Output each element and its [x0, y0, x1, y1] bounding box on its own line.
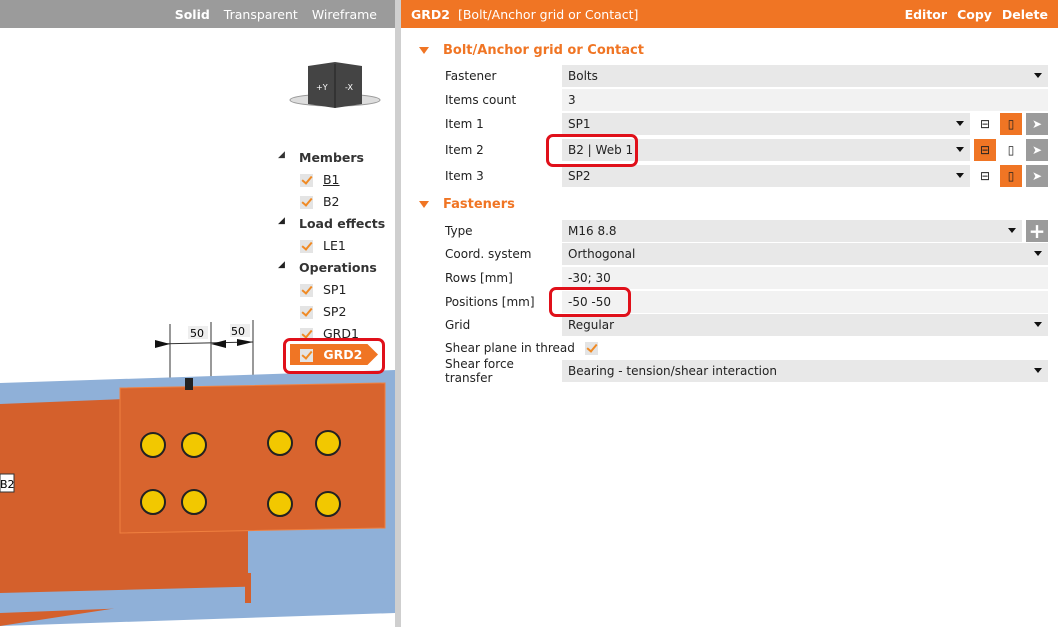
- tree-group-members[interactable]: Members: [299, 150, 364, 165]
- operation-type: [Bolt/Anchor grid or Contact]: [457, 6, 639, 22]
- view-cube-icon[interactable]: +Y -X: [289, 62, 381, 108]
- svg-text:50: 50: [231, 325, 245, 338]
- fastener-select[interactable]: Bolts: [562, 65, 1048, 87]
- dimension-lines: 50 50: [154, 320, 254, 378]
- mode-wireframe[interactable]: Wireframe: [312, 7, 377, 22]
- 3d-viewport[interactable]: Solid Transparent Wireframe +Y -X 50 50 …: [0, 0, 395, 627]
- rows-input[interactable]: -30; 30: [562, 267, 1048, 289]
- section-bolt-grid[interactable]: Bolt/Anchor grid or Contact: [419, 43, 644, 58]
- section-fasteners[interactable]: Fasteners: [419, 197, 515, 212]
- mode-solid[interactable]: Solid: [175, 7, 210, 22]
- tree-group-operations[interactable]: Operations: [299, 260, 377, 275]
- bolt-type-select[interactable]: M16 8.8: [562, 220, 1022, 242]
- plate-icon[interactable]: ▯: [1000, 165, 1022, 187]
- row-type: Type M16 8.8 +: [445, 219, 1048, 243]
- mode-transparent[interactable]: Transparent: [224, 7, 298, 22]
- plate-icon[interactable]: ▯: [1000, 113, 1022, 135]
- copy-button[interactable]: Copy: [957, 7, 992, 22]
- row-rows: Rows [mm] -30; 30: [445, 267, 1048, 289]
- tree-item-sp2[interactable]: SP2: [300, 304, 346, 319]
- row-coord: Coord. system Orthogonal: [445, 243, 1048, 265]
- svg-text:-X: -X: [345, 83, 353, 92]
- highlight-positions: [549, 287, 631, 317]
- tree-item-sp1[interactable]: SP1: [300, 282, 346, 297]
- row-shear-plane: Shear plane in thread: [445, 337, 1048, 359]
- delete-button[interactable]: Delete: [1002, 7, 1048, 22]
- member-icon[interactable]: ⊟: [974, 113, 996, 135]
- highlight-grd2: [283, 338, 385, 374]
- items-count-input[interactable]: 3: [562, 89, 1048, 111]
- properties-header: GRD2 [Bolt/Anchor grid or Contact] Edito…: [401, 0, 1058, 28]
- grid-select[interactable]: Regular: [562, 314, 1048, 336]
- editor-button[interactable]: Editor: [905, 7, 948, 22]
- tree-item-b1[interactable]: B1: [300, 172, 340, 187]
- row-positions: Positions [mm] -50 -50: [445, 291, 1048, 313]
- tree-item-le1[interactable]: LE1: [300, 238, 346, 253]
- highlight-item2: [546, 134, 638, 167]
- tree-item-b2[interactable]: B2: [300, 194, 340, 209]
- svg-text:50: 50: [190, 327, 204, 340]
- plate-icon[interactable]: ▯: [1000, 139, 1022, 161]
- positions-input[interactable]: -50 -50: [562, 291, 1048, 313]
- pick-cursor-icon[interactable]: ➤: [1026, 113, 1048, 135]
- properties-panel: GRD2 [Bolt/Anchor grid or Contact] Edito…: [401, 0, 1058, 627]
- member-icon[interactable]: ⊟: [974, 165, 996, 187]
- add-icon[interactable]: +: [1026, 219, 1048, 243]
- item1-select[interactable]: SP1: [562, 113, 970, 135]
- operation-name: GRD2: [411, 6, 450, 22]
- row-item3: Item 3 SP2 ⊟ ▯ ➤: [445, 165, 1048, 187]
- pick-cursor-icon[interactable]: ➤: [1026, 139, 1048, 161]
- shear-plane-checkbox[interactable]: [584, 341, 598, 355]
- tree-group-load-effects[interactable]: Load effects: [299, 216, 385, 231]
- row-item2: Item 2 B2 | Web 1 ⊟ ▯ ➤: [445, 139, 1048, 161]
- row-shear-force: Shear force transfer Bearing - tension/sh…: [445, 357, 1048, 385]
- row-grid: Grid Regular: [445, 314, 1048, 336]
- view-mode-bar: Solid Transparent Wireframe: [0, 0, 395, 28]
- member-icon[interactable]: ⊟: [974, 139, 996, 161]
- coord-system-select[interactable]: Orthogonal: [562, 243, 1048, 265]
- svg-text:+Y: +Y: [316, 83, 328, 92]
- shear-force-select[interactable]: Bearing - tension/shear interaction: [562, 360, 1048, 382]
- row-fastener: Fastener Bolts: [445, 65, 1048, 87]
- row-item1: Item 1 SP1 ⊟ ▯ ➤: [445, 113, 1048, 135]
- item3-select[interactable]: SP2: [562, 165, 970, 187]
- member-tag: B2: [0, 478, 15, 491]
- pick-cursor-icon[interactable]: ➤: [1026, 165, 1048, 187]
- row-items-count: Items count 3: [445, 89, 1048, 111]
